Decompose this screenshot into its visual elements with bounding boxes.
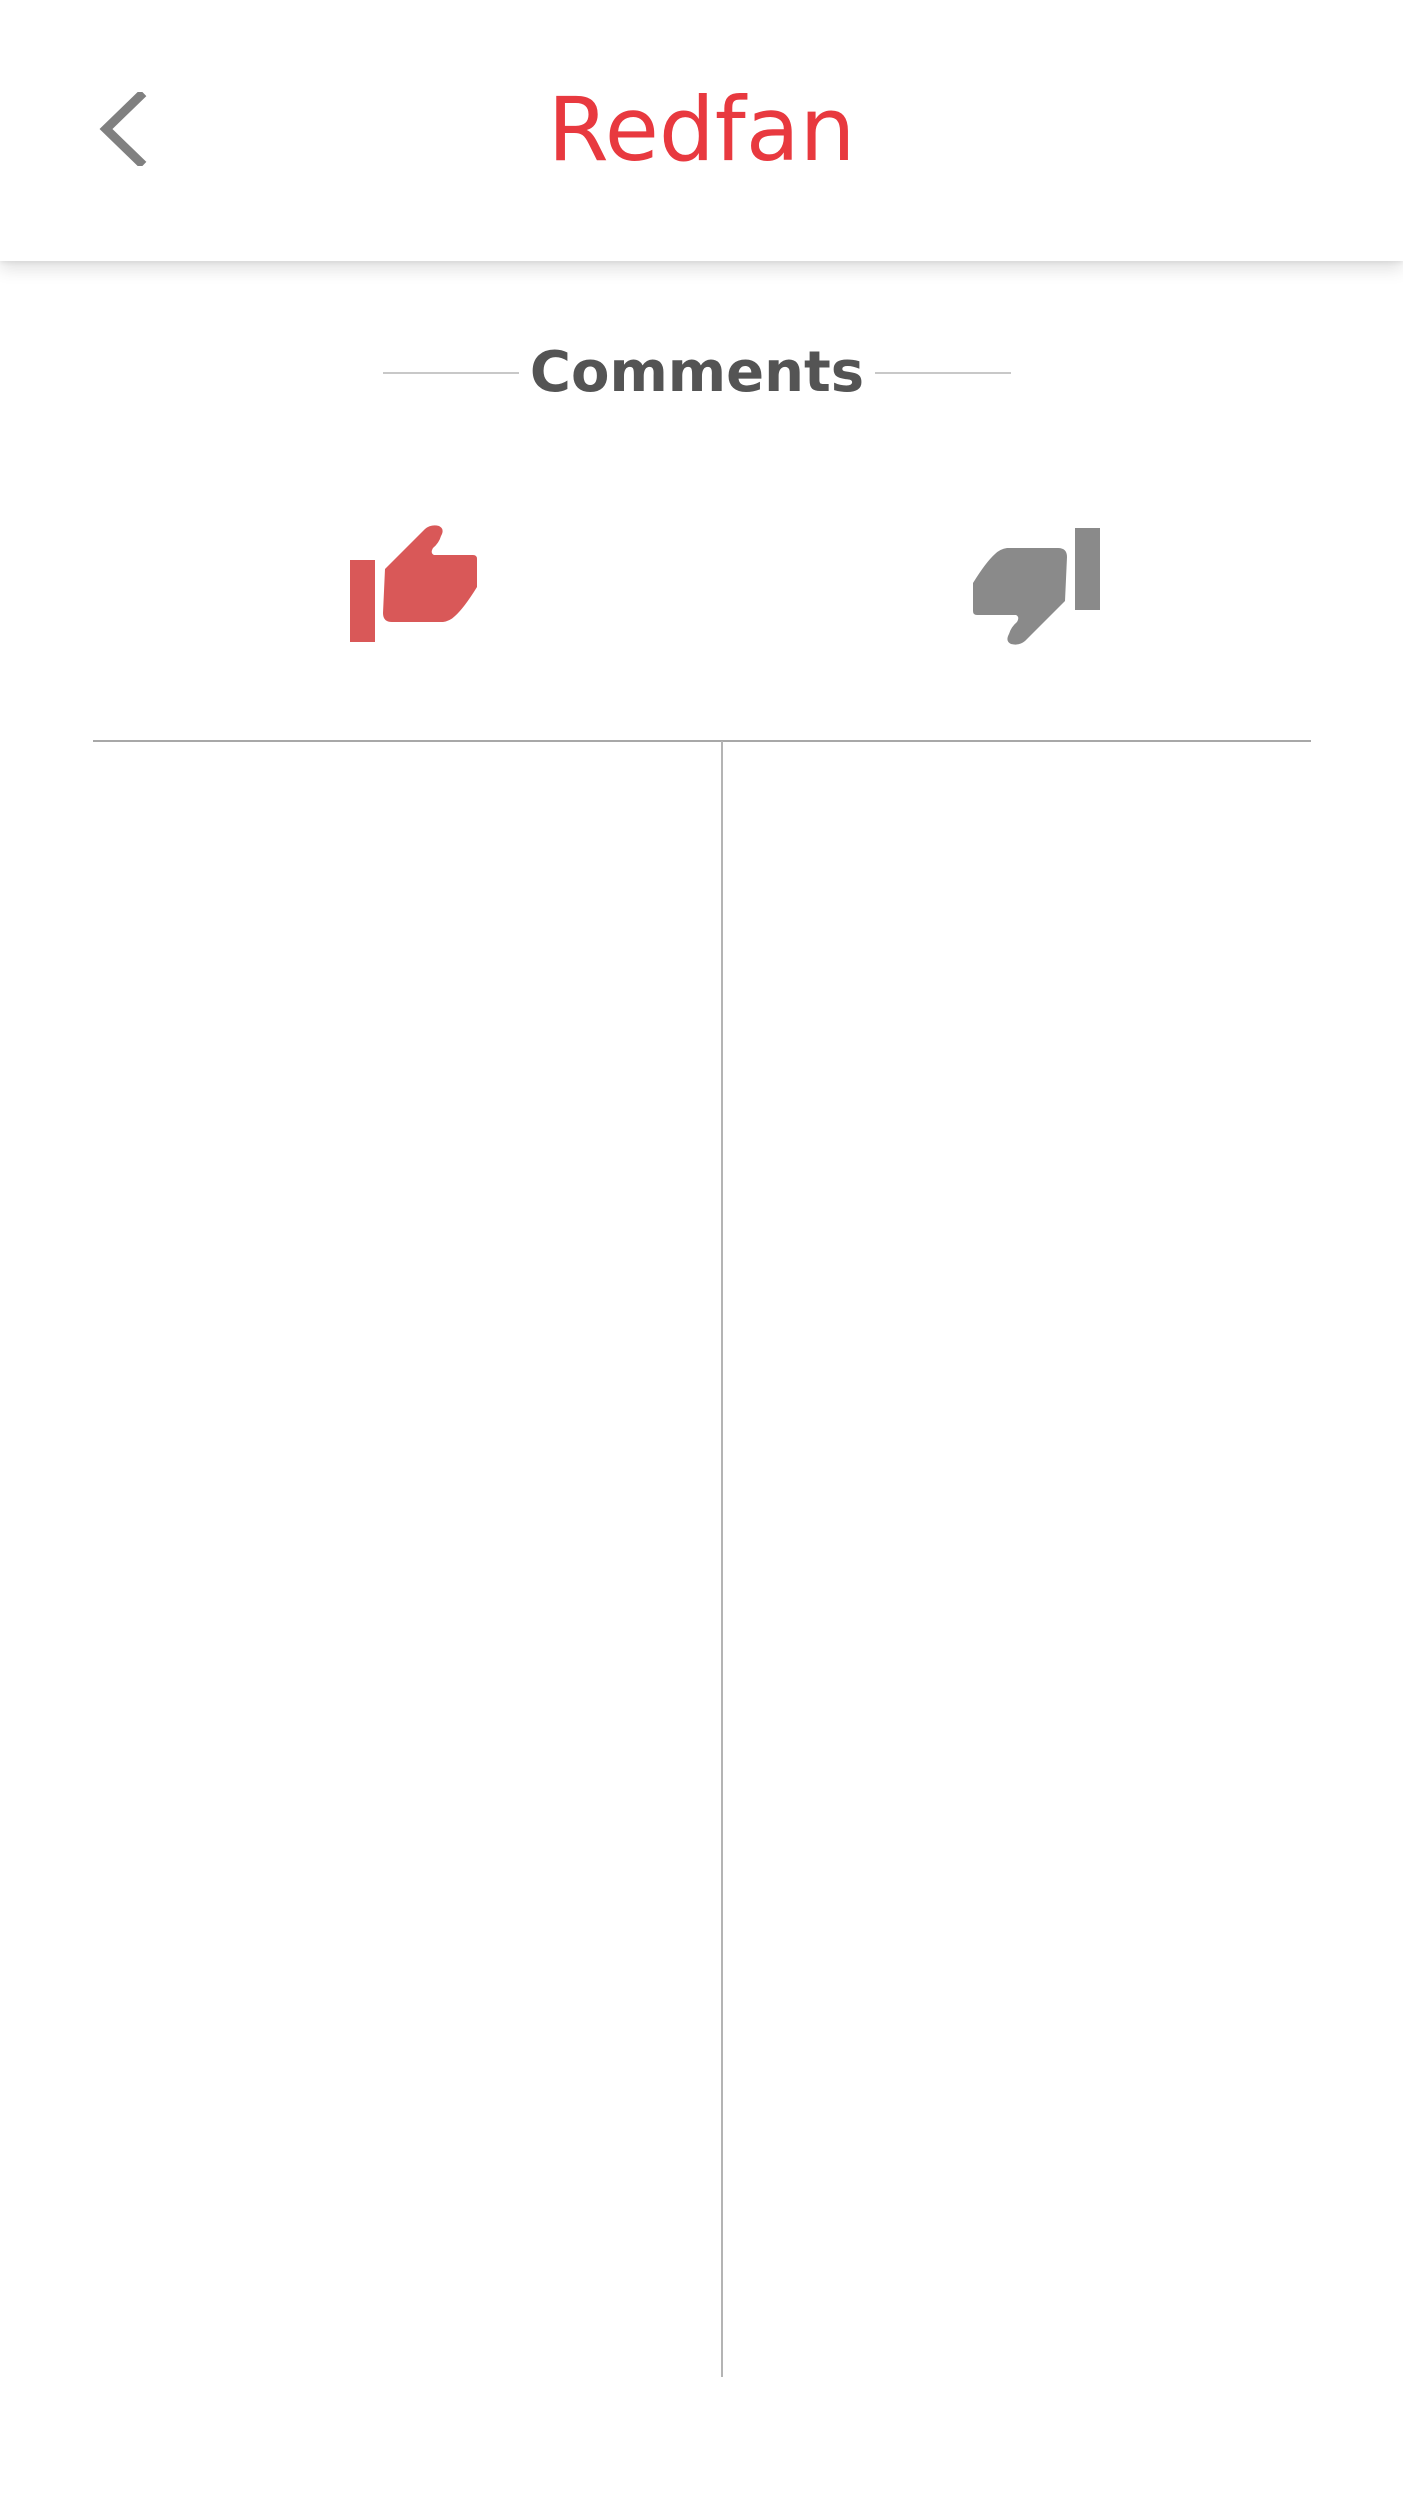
app-bar: Redfan	[0, 0, 1403, 261]
comments-title: Comments	[529, 340, 865, 405]
thumbs-down-icon	[973, 528, 1100, 645]
comments-header: Comments	[383, 330, 1011, 410]
app-title: Redfan	[547, 78, 856, 181]
negative-comments-list	[723, 742, 1311, 2376]
positive-comments-list	[93, 742, 721, 2376]
header-rule-right	[875, 372, 1011, 374]
thumbs-up-button[interactable]	[312, 505, 512, 665]
thumbs-up-icon	[350, 525, 477, 642]
thumbs-down-button[interactable]	[938, 505, 1138, 665]
header-rule-left	[383, 372, 519, 374]
